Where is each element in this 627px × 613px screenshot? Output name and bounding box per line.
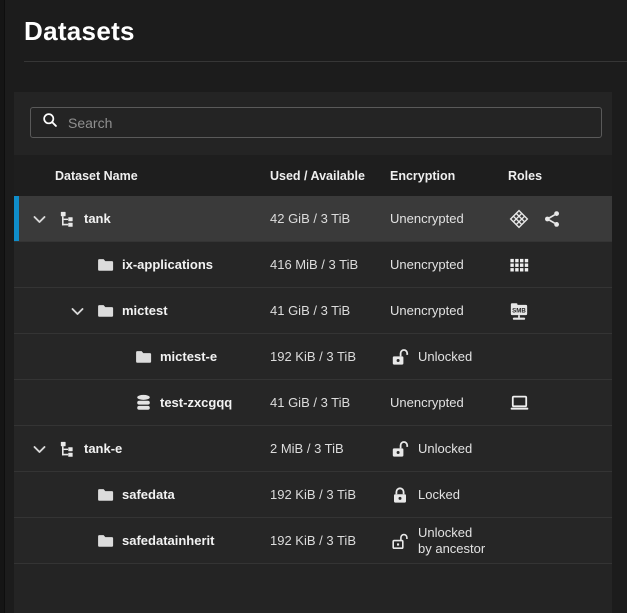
smb-share-icon[interactable]	[508, 300, 530, 322]
search-input[interactable]	[68, 115, 591, 131]
search-box[interactable]	[30, 107, 602, 138]
column-header-roles[interactable]: Roles	[508, 169, 612, 183]
dataset-row-safedata[interactable]: safedata 192 KiB / 3 TiB Locked	[14, 472, 612, 518]
dataset-name: safedata	[122, 487, 175, 502]
page-title: Datasets	[24, 16, 627, 47]
roles-cell	[508, 392, 612, 414]
used-available-value: 42 GiB / 3 TiB	[270, 211, 390, 226]
dataset-name: safedatainherit	[122, 533, 214, 548]
encryption-status: Unlocked	[418, 525, 485, 541]
encryption-cell: Unlocked by ancestor	[390, 525, 508, 557]
unlocked-outline-icon	[390, 531, 410, 551]
dataset-name: tank	[84, 211, 111, 226]
used-available-value: 192 KiB / 3 TiB	[270, 487, 390, 502]
encryption-status-line2: by ancestor	[418, 541, 485, 557]
datasets-card: Dataset Name Used / Available Encryption…	[14, 92, 612, 613]
chevron-down-icon[interactable]	[66, 300, 88, 322]
chevron-spacer	[104, 346, 126, 368]
used-available-value: 41 GiB / 3 TiB	[270, 303, 390, 318]
table-header-row: Dataset Name Used / Available Encryption…	[14, 155, 612, 196]
share-icon[interactable]	[541, 208, 563, 230]
chevron-down-icon[interactable]	[28, 208, 50, 230]
dataset-name-cell: ix-applications	[14, 254, 270, 276]
roles-cell	[508, 300, 612, 322]
title-divider	[24, 61, 627, 62]
used-available-value: 2 MiB / 3 TiB	[270, 441, 390, 456]
used-available-value: 192 KiB / 3 TiB	[270, 533, 390, 548]
dataset-name: mictest-e	[160, 349, 217, 364]
chevron-spacer	[66, 530, 88, 552]
dataset-root-icon	[57, 439, 77, 459]
dataset-row-tank[interactable]: tank 42 GiB / 3 TiB Unencrypted	[14, 196, 612, 242]
dataset-name-cell: mictest-e	[14, 346, 270, 368]
page-left-edge	[0, 0, 5, 613]
folder-icon	[95, 531, 115, 551]
encryption-cell: Unlocked	[390, 347, 508, 367]
search-section	[14, 92, 612, 155]
unlocked-icon	[390, 439, 410, 459]
chevron-spacer	[66, 254, 88, 276]
dataset-row-mictest-e[interactable]: mictest-e 192 KiB / 3 TiB Unlocked	[14, 334, 612, 380]
encryption-status: Unencrypted	[390, 257, 464, 272]
encryption-cell: Unlocked	[390, 439, 508, 459]
encryption-status: Unlocked	[418, 441, 472, 456]
dataset-row-mictest[interactable]: mictest 41 GiB / 3 TiB Unencrypted	[14, 288, 612, 334]
column-header-used-available[interactable]: Used / Available	[270, 169, 390, 183]
encryption-status: Unlocked	[418, 349, 472, 364]
page-header: Datasets	[0, 0, 627, 47]
search-icon	[41, 111, 59, 134]
chevron-spacer	[104, 392, 126, 414]
dataset-name: test-zxcgqq	[160, 395, 232, 410]
dataset-row-ix-applications[interactable]: ix-applications 416 MiB / 3 TiB Unencryp…	[14, 242, 612, 288]
roles-cell	[508, 208, 612, 230]
encryption-status: Unencrypted	[390, 395, 464, 410]
dataset-row-tank-e[interactable]: tank-e 2 MiB / 3 TiB Unlocked	[14, 426, 612, 472]
dataset-name-cell: safedata	[14, 484, 270, 506]
dataset-name: tank-e	[84, 441, 122, 456]
encryption-cell: Unencrypted	[390, 395, 508, 410]
encryption-cell: Unencrypted	[390, 303, 508, 318]
used-available-value: 192 KiB / 3 TiB	[270, 349, 390, 364]
dataset-name-cell: test-zxcgqq	[14, 392, 270, 414]
encryption-status: Unencrypted	[390, 211, 464, 226]
folder-icon	[133, 347, 153, 367]
dataset-root-icon	[57, 209, 77, 229]
dataset-row-safedatainherit[interactable]: safedatainherit 192 KiB / 3 TiB Unlocked…	[14, 518, 612, 564]
encryption-cell: Locked	[390, 485, 508, 505]
unlocked-icon	[390, 347, 410, 367]
apps-grid-icon[interactable]	[508, 254, 530, 276]
dataset-name-cell: safedatainherit	[14, 530, 270, 552]
dataset-name-cell: tank	[14, 208, 270, 230]
chevron-spacer	[66, 484, 88, 506]
dataset-name-cell: tank-e	[14, 438, 270, 460]
encryption-status: Locked	[418, 487, 460, 502]
column-header-dataset-name[interactable]: Dataset Name	[14, 169, 270, 183]
vm-display-icon[interactable]	[508, 392, 530, 414]
roles-cell	[508, 254, 612, 276]
apps-mesh-icon[interactable]	[508, 208, 530, 230]
used-available-value: 41 GiB / 3 TiB	[270, 395, 390, 410]
encryption-cell: Unencrypted	[390, 257, 508, 272]
dataset-row-test-zxcgqq[interactable]: test-zxcgqq 41 GiB / 3 TiB Unencrypted	[14, 380, 612, 426]
encryption-status: Unencrypted	[390, 303, 464, 318]
folder-icon	[95, 485, 115, 505]
dataset-name: ix-applications	[122, 257, 213, 272]
database-icon	[133, 393, 153, 413]
chevron-down-icon[interactable]	[28, 438, 50, 460]
column-header-encryption[interactable]: Encryption	[390, 169, 508, 183]
encryption-cell: Unencrypted	[390, 211, 508, 226]
used-available-value: 416 MiB / 3 TiB	[270, 257, 390, 272]
folder-icon	[95, 255, 115, 275]
dataset-name: mictest	[122, 303, 168, 318]
dataset-name-cell: mictest	[14, 300, 270, 322]
folder-icon	[95, 301, 115, 321]
locked-icon	[390, 485, 410, 505]
